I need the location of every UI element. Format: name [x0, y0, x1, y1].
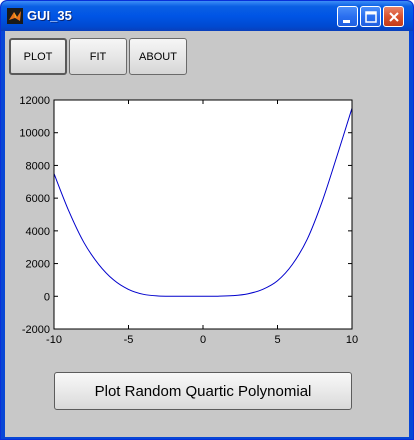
plot-axes-area[interactable]: -10 -5 0 5 10 -2000 0 2000 4000 6000 8000 10000 1200…: [5, 91, 409, 353]
y-tick-label: 6000: [26, 193, 50, 205]
y-tick-label: 4000: [26, 226, 50, 238]
plot-random-quartic-button[interactable]: Plot Random Quartic Polynomial: [54, 372, 352, 410]
y-tick-label: 8000: [26, 160, 50, 172]
y-tick-label: 2000: [26, 259, 50, 271]
plot-background: [54, 100, 352, 329]
matlab-logo-icon: [7, 8, 23, 24]
quartic-plot[interactable]: -10 -5 0 5 10-200002000400060008000100001200…: [5, 91, 409, 353]
maximize-button[interactable]: [360, 6, 381, 27]
about-button[interactable]: ABOUT: [129, 38, 187, 75]
fit-button[interactable]: FIT: [69, 38, 127, 75]
minimize-button[interactable]: [337, 6, 358, 27]
minimize-icon: [343, 20, 350, 23]
close-icon: [389, 12, 399, 22]
x-tick-label: 10: [346, 334, 358, 346]
y-tick-label: 0: [44, 291, 50, 303]
x-tick-label: 0: [200, 334, 206, 346]
x-tick-label: -5: [124, 334, 134, 346]
y-tick-label: -2000: [22, 324, 50, 336]
figure-client-area: PLOT FIT ABOUT -10 -5 0 5 10 -2000 0 2000 4000 60…: [5, 31, 409, 437]
maximize-icon: [365, 11, 377, 23]
window-title: GUI_35: [27, 8, 72, 23]
x-tick-label: 5: [274, 334, 280, 346]
close-button[interactable]: [383, 6, 404, 27]
title-bar[interactable]: GUI_35: [1, 1, 413, 31]
y-tick-label: 10000: [19, 128, 50, 140]
app-window: GUI_35 PLOT FIT ABOUT -10 -5 0 5 10 -2000 0 200…: [0, 0, 414, 440]
window-border-right: [409, 31, 413, 439]
y-tick-label: 12000: [19, 95, 50, 107]
plot-button[interactable]: PLOT: [9, 38, 67, 75]
